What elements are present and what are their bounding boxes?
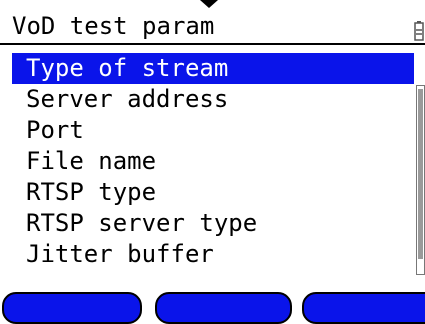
menu-item-port[interactable]: Port: [12, 115, 414, 146]
menu-item-rtsp-server-type[interactable]: RTSP server type: [12, 208, 414, 239]
menu-item-server-address[interactable]: Server address: [12, 84, 414, 115]
title-bar: VoD test param: [0, 8, 425, 45]
menu-item-type-of-stream[interactable]: Type of stream: [12, 53, 414, 84]
softkey-2-button[interactable]: [155, 292, 292, 324]
menu-item-jitter-buffer[interactable]: Jitter buffer: [12, 239, 414, 270]
softkey-3-button[interactable]: [302, 292, 425, 324]
device-screen: VoD test param Type of stream Server add…: [0, 0, 425, 324]
menu-scrollbar[interactable]: [416, 85, 425, 275]
parameter-menu: Type of stream Server address Port File …: [12, 53, 414, 270]
arrow-down-icon: [200, 0, 218, 8]
softkey-1-button[interactable]: [2, 292, 142, 324]
menu-item-file-name[interactable]: File name: [12, 146, 414, 177]
scrollbar-thumb: [418, 89, 423, 259]
battery-icon: [414, 21, 424, 41]
menu-item-rtsp-type[interactable]: RTSP type: [12, 177, 414, 208]
page-title: VoD test param: [12, 12, 215, 40]
softkey-bar: [0, 292, 425, 324]
